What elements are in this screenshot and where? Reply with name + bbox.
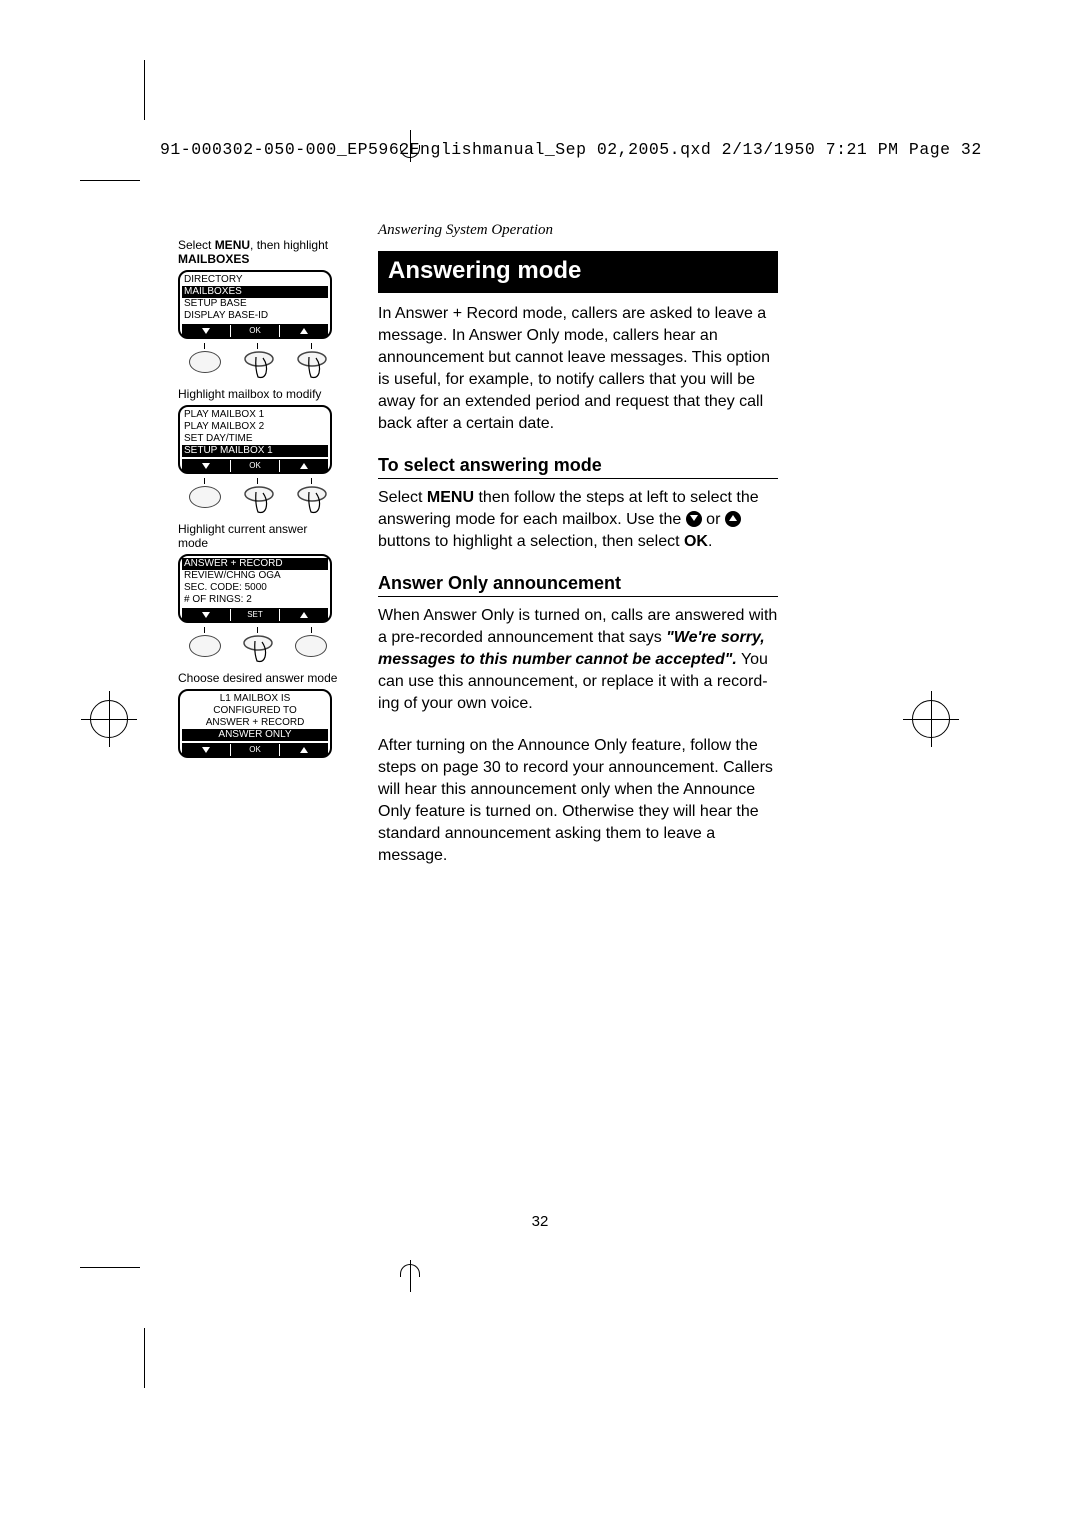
screen-row: REVIEW/CHNG OGA (182, 570, 328, 582)
softkey-bar: OK (182, 459, 328, 472)
up-arrow-icon (280, 460, 328, 472)
softkey-ok: OK (231, 744, 280, 756)
ok-word: OK (684, 533, 708, 550)
page-number: 32 (0, 1213, 1080, 1230)
subhead-select-mode: To select answering mode (378, 455, 778, 479)
press-hand-icon (297, 486, 327, 516)
screen-row: ANSWER + RECORD (182, 717, 328, 729)
file-header: 91-000302-050-000_EP5962Englishmanual_Se… (160, 140, 982, 159)
screen-row: PLAY MAILBOX 2 (182, 421, 328, 433)
screen-1: DIRECTORY MAILBOXES SETUP BASE DISPLAY B… (178, 270, 332, 339)
softkey-bar: SET (182, 608, 328, 621)
up-arrow-icon (280, 744, 328, 756)
text: buttons to highlight a selection, then s… (378, 533, 684, 550)
softkey-bar: OK (182, 743, 328, 756)
screen-row-selected: ANSWER ONLY (182, 729, 328, 741)
down-arrow-icon (182, 325, 231, 337)
content-column: Answering System Operation Answering mod… (378, 222, 778, 887)
softkey-ok: OK (231, 325, 280, 337)
registration-mark (90, 700, 128, 738)
up-arrow-icon (280, 325, 328, 337)
screen-row: DIRECTORY (182, 274, 328, 286)
registration-mark (912, 700, 950, 738)
button-row (178, 486, 338, 516)
text: , then highlight (250, 238, 328, 252)
crop-mark (80, 180, 140, 181)
manual-page: 91-000302-050-000_EP5962Englishmanual_Se… (0, 0, 1080, 1528)
tick-marks (178, 478, 338, 484)
screen-4: L1 MAILBOX IS CONFIGURED TO ANSWER + REC… (178, 689, 332, 758)
screen-row: # OF RINGS: 2 (182, 594, 328, 606)
step3-caption: Highlight current answer mode (178, 522, 338, 550)
menu-word: MENU (215, 238, 250, 252)
spine-mark (400, 1264, 420, 1288)
softkey-ok: OK (231, 460, 280, 472)
screen-row: SEC. CODE: 5000 (182, 582, 328, 594)
left-softkey-button (189, 351, 221, 373)
press-hand-icon (243, 635, 273, 665)
up-arrow-icon (725, 511, 741, 527)
screen-row: SET DAY/TIME (182, 433, 328, 445)
text: or (702, 511, 725, 528)
down-arrow-icon (182, 460, 231, 472)
screen-row-selected: SETUP MAILBOX 1 (182, 445, 328, 457)
text: Select (178, 238, 215, 252)
text: Select (378, 489, 427, 506)
page-title: Answering mode (378, 251, 778, 293)
down-arrow-icon (182, 744, 231, 756)
screen-row-selected: ANSWER + RECORD (182, 558, 328, 570)
up-arrow-icon (280, 609, 328, 621)
down-arrow-icon (686, 511, 702, 527)
left-softkey-button (189, 486, 221, 508)
section-label: Answering System Operation (378, 222, 778, 239)
intro-paragraph: In Answer + Record mode, callers are ask… (378, 303, 778, 435)
press-hand-icon (244, 486, 274, 516)
right-softkey-button (295, 635, 327, 657)
text: . (708, 533, 712, 550)
menu-word: MENU (427, 489, 474, 506)
down-arrow-icon (182, 609, 231, 621)
steps-column: Select MENU, then highlight MAILBOXES DI… (178, 232, 338, 762)
subhead-answer-only: Answer Only announcement (378, 573, 778, 597)
crop-mark (144, 60, 145, 120)
step2-caption: Highlight mailbox to modify (178, 387, 338, 401)
screen-2: PLAY MAILBOX 1 PLAY MAILBOX 2 SET DAY/TI… (178, 405, 332, 474)
paragraph-answer-only-2: After turning on the Announce Only featu… (378, 735, 778, 867)
press-hand-icon (244, 351, 274, 381)
step1-caption: Select MENU, then highlight MAILBOXES (178, 238, 338, 266)
paragraph-answer-only-1: When Answer Only is turned on, calls are… (378, 605, 778, 715)
tick-marks (178, 627, 338, 633)
softkey-set: SET (231, 609, 280, 621)
screen-row: SETUP BASE (182, 298, 328, 310)
crop-mark (144, 1328, 145, 1388)
step4-caption: Choose desired answer mode (178, 671, 338, 685)
screen-row: CONFIGURED TO (182, 705, 328, 717)
paragraph-select-mode: Select MENU then follow the steps at lef… (378, 487, 778, 553)
button-row (178, 635, 338, 665)
screen-row: L1 MAILBOX IS (182, 693, 328, 705)
screen-row: DISPLAY BASE-ID (182, 310, 328, 322)
button-row (178, 351, 338, 381)
softkey-bar: OK (182, 324, 328, 337)
left-softkey-button (189, 635, 221, 657)
screen-row-selected: MAILBOXES (182, 286, 328, 298)
press-hand-icon (297, 351, 327, 381)
tick-marks (178, 343, 338, 349)
crop-mark (80, 1267, 140, 1268)
mailboxes-word: MAILBOXES (178, 252, 249, 266)
screen-3: ANSWER + RECORD REVIEW/CHNG OGA SEC. COD… (178, 554, 332, 623)
screen-row: PLAY MAILBOX 1 (182, 409, 328, 421)
